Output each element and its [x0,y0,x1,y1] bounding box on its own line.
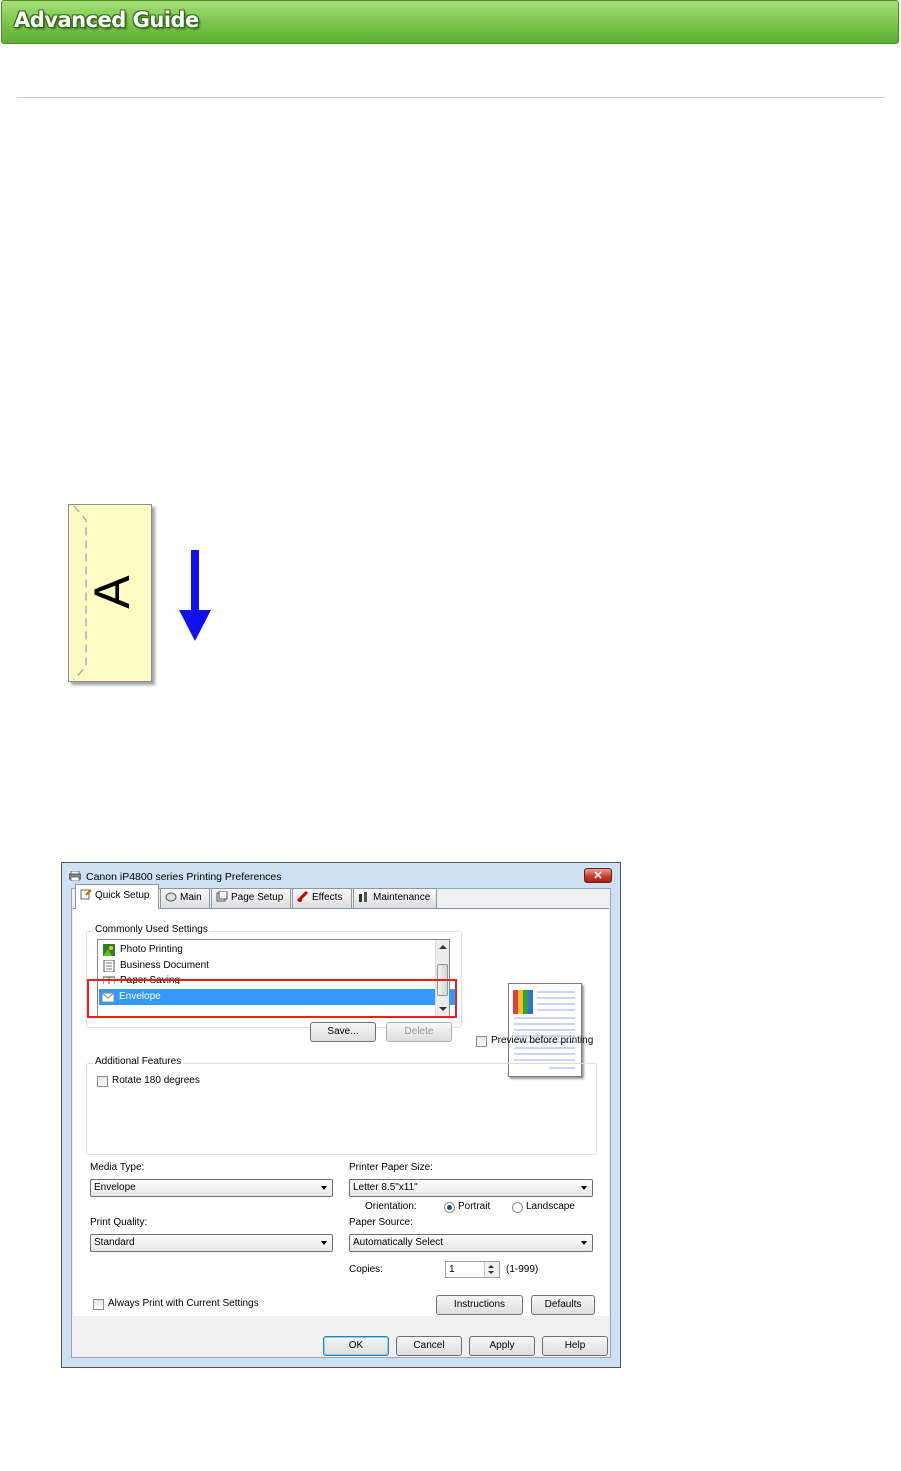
tab-label: Page Setup [231,892,284,903]
chevron-down-icon [581,1241,587,1245]
media-type-select[interactable]: Envelope [90,1179,333,1197]
landscape-radio[interactable] [512,1202,523,1213]
printing-preferences-dialog: Canon iP4800 series Printing Preferences… [61,862,621,1368]
printer-paper-size-select[interactable]: Letter 8.5"x11" [349,1179,593,1197]
quick-setup-page: Commonly Used Settings Photo Printing Bu… [73,908,609,1316]
chevron-down-icon [581,1186,587,1190]
cancel-button[interactable]: Cancel [396,1336,462,1356]
dialog-body: Quick Setup Main Page Setup Effects Main… [71,884,611,1358]
quick-setup-icon [80,889,92,900]
printer-paper-size-label: Printer Paper Size: [349,1162,433,1173]
paper-source-select[interactable]: Automatically Select [349,1234,593,1252]
header-bar: Advanced Guide [1,0,899,44]
tab-label: Maintenance [373,892,431,903]
copies-label: Copies: [349,1264,383,1275]
tab-effects[interactable]: Effects [292,888,352,908]
always-print-checkbox[interactable] [93,1299,104,1310]
help-button[interactable]: Help [542,1336,608,1356]
media-type-label: Media Type: [90,1162,145,1173]
rotate-180-label: Rotate 180 degrees [112,1075,200,1086]
highlight-box [87,979,457,1018]
photo-icon [103,944,115,956]
chevron-down-icon [321,1186,327,1190]
print-quality-label: Print Quality: [90,1217,148,1228]
close-button[interactable]: ✕ [584,868,612,883]
defaults-button[interactable]: Defaults [531,1295,595,1315]
tab-label: Effects [312,892,343,903]
print-quality-select[interactable]: Standard [90,1234,333,1252]
portrait-radio[interactable] [444,1202,455,1213]
main-icon [165,892,177,902]
preview-before-printing-checkbox[interactable] [476,1036,487,1047]
page-title: Advanced Guide [14,8,199,32]
envelope-illustration: A [68,504,152,682]
dialog-title: Canon iP4800 series Printing Preferences [86,871,282,883]
paper-source-label: Paper Source: [349,1217,413,1228]
tab-label: Main [180,892,202,903]
portrait-label: Portrait [458,1201,491,1212]
rotate-180-checkbox[interactable] [97,1076,108,1087]
delete-button[interactable]: Delete [386,1022,452,1042]
tab-maintenance[interactable]: Maintenance [353,888,437,908]
list-item[interactable]: Business Document [100,958,209,974]
page-setup-icon [216,891,228,902]
save-button[interactable]: Save... [310,1022,376,1042]
copies-stepper[interactable]: 1 [445,1261,500,1278]
copies-range: (1-999) [506,1264,539,1275]
divider [17,97,885,98]
commonly-used-settings-label: Commonly Used Settings [93,924,210,935]
landscape-label: Landscape [526,1201,575,1212]
tab-label: Quick Setup [95,890,150,901]
chevron-down-icon [321,1241,327,1245]
spin-buttons[interactable] [484,1262,499,1277]
effects-icon [297,891,309,902]
printer-icon [69,871,81,881]
list-item[interactable]: Photo Printing [100,942,183,958]
tab-main[interactable]: Main [160,888,210,908]
apply-button[interactable]: Apply [469,1336,535,1356]
tab-page-setup[interactable]: Page Setup [211,888,291,908]
ok-button[interactable]: OK [323,1336,389,1356]
preview-before-printing-label: Preview before printing [491,1035,594,1046]
additional-features-label: Additional Features [93,1056,184,1067]
tab-quick-setup[interactable]: Quick Setup [75,884,159,909]
envelope-letter: A [84,575,140,609]
orientation-label: Orientation: [365,1201,417,1212]
scroll-up-arrow-icon[interactable] [439,945,447,949]
maintenance-icon [359,892,367,902]
document-icon [103,960,115,972]
spin-up-icon[interactable] [488,1265,494,1268]
always-print-label: Always Print with Current Settings [108,1298,259,1309]
instructions-button[interactable]: Instructions [436,1295,523,1315]
feed-direction-arrow-icon [179,550,211,641]
spin-down-icon[interactable] [488,1271,494,1274]
